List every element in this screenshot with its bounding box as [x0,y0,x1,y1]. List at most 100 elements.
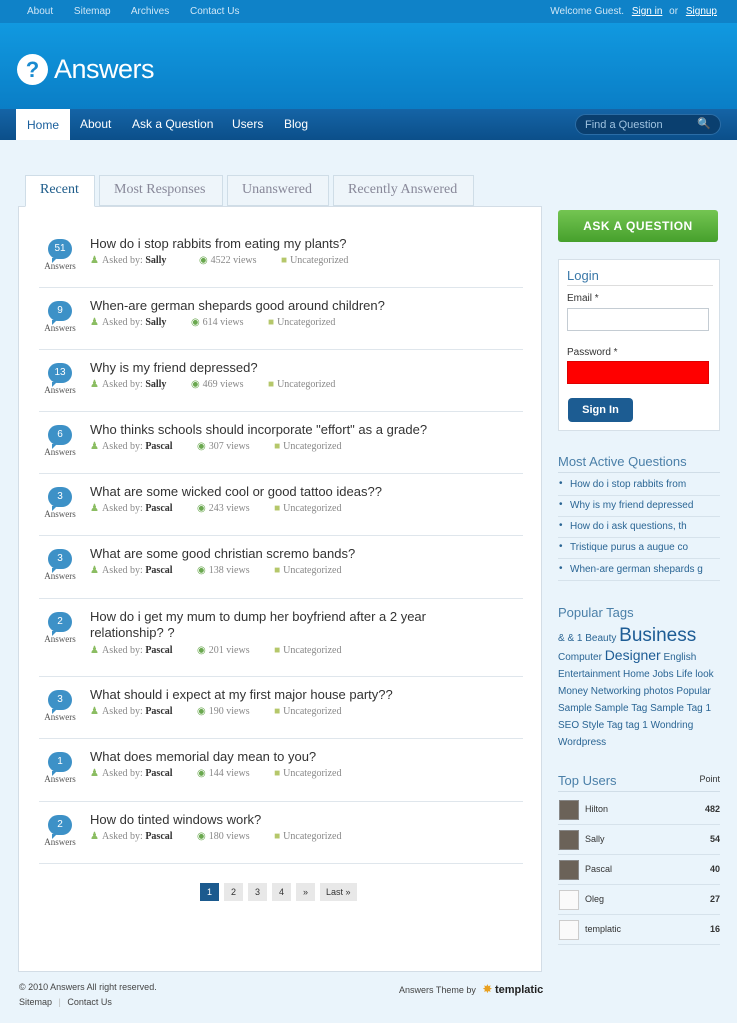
nav-about[interactable]: About [80,117,111,131]
signup-link[interactable]: Signup [686,6,717,17]
question-title[interactable]: How do tinted windows work? [90,812,490,828]
last-page[interactable]: Last » [320,883,357,901]
question-title[interactable]: Why is my friend depressed? [90,360,490,376]
login-box: Login Email * Password * Sign In [558,259,720,431]
user-row[interactable]: Sally 54 [558,825,720,855]
question-title[interactable]: Who thinks schools should incorporate "e… [90,422,490,438]
author-link[interactable]: Pascal [145,768,172,779]
tab-recently-answered[interactable]: Recently Answered [333,175,474,206]
asked-by-label: Asked by: [101,565,143,576]
login-title: Login [567,268,599,283]
views-count: 243 views [208,503,250,514]
question-title[interactable]: When-are german shepards good around chi… [90,298,490,314]
user-name[interactable]: Pascal [585,864,612,874]
templatic-logo-icon: ✸ [482,982,493,996]
footer-contact-link[interactable]: Contact Us [67,997,112,1007]
category-link[interactable]: Uncategorized [283,441,341,452]
tag-link[interactable]: English Entertainment Home Jobs Life loo… [558,652,714,748]
tag-link-business[interactable]: Business [619,625,696,646]
category-link[interactable]: Uncategorized [283,503,341,514]
footer-sitemap-link[interactable]: Sitemap [19,997,52,1007]
signin-button[interactable]: Sign In [568,398,633,422]
templatic-brand[interactable]: templatic [495,984,543,996]
category-link[interactable]: Uncategorized [283,565,341,576]
user-name[interactable]: Oleg [585,894,604,904]
most-active-item[interactable]: Tristique purus a augue co [558,538,720,559]
signin-link[interactable]: Sign in [632,6,663,17]
question-title[interactable]: How do i get my mum to dump her boyfrien… [90,609,450,641]
question-item: 9 Answers When-are german shepards good … [39,288,523,350]
user-icon: ♟ [90,503,99,514]
category-link[interactable]: Uncategorized [277,379,335,390]
ask-question-button[interactable]: ASK A QUESTION [558,210,718,242]
folder-icon: ■ [268,317,275,328]
page-4[interactable]: 4 [272,883,291,901]
user-row[interactable]: Pascal 40 [558,855,720,885]
tab-unanswered[interactable]: Unanswered [227,175,329,206]
author-link[interactable]: Pascal [145,441,172,452]
nav-blog[interactable]: Blog [284,117,308,131]
author-link[interactable]: Sally [145,255,166,266]
most-active-item[interactable]: Why is my friend depressed [558,496,720,517]
tag-link[interactable]: & & 1 Beauty [558,633,616,644]
author-link[interactable]: Pascal [145,565,172,576]
top-link-sitemap[interactable]: Sitemap [74,6,111,17]
category-link[interactable]: Uncategorized [283,645,341,656]
question-mark-icon: ? [17,54,48,85]
tab-recent[interactable]: Recent [25,175,95,207]
tab-most-responses[interactable]: Most Responses [99,175,223,206]
answer-count-badge: 3 [48,690,72,714]
author-link[interactable]: Pascal [145,706,172,717]
category-link[interactable]: Uncategorized [290,255,348,266]
user-row[interactable]: Hilton 482 [558,795,720,825]
most-active-item[interactable]: How do i ask questions, th [558,517,720,538]
user-row[interactable]: templatic 16 [558,915,720,945]
author-link[interactable]: Pascal [145,503,172,514]
asked-by-label: Asked by: [101,441,143,452]
page-2[interactable]: 2 [224,883,243,901]
answers-label: Answers [44,385,76,395]
logo[interactable]: ? Answers [17,54,155,85]
user-name[interactable]: Sally [585,834,605,844]
nav-users[interactable]: Users [232,117,263,131]
tag-link[interactable]: Computer [558,652,602,663]
most-active-item[interactable]: When-are german shepards g [558,560,720,581]
author-link[interactable]: Pascal [145,645,172,656]
password-field[interactable] [567,361,709,384]
question-title[interactable]: What are some good christian scremo band… [90,546,490,562]
answer-count-badge: 3 [48,549,72,573]
question-item: 13 Answers Why is my friend depressed? ♟… [39,350,523,412]
top-link-contact[interactable]: Contact Us [190,6,239,17]
email-field[interactable] [567,308,709,331]
question-item: 3 Answers What are some good christian s… [39,536,523,599]
question-item: 3 Answers What should i expect at my fir… [39,677,523,739]
nav-ask-question[interactable]: Ask a Question [132,117,213,131]
user-row[interactable]: Oleg 27 [558,885,720,915]
category-link[interactable]: Uncategorized [283,706,341,717]
most-active-item[interactable]: How do i stop rabbits from [558,475,720,496]
question-title[interactable]: What does memorial day mean to you? [90,749,490,765]
user-name[interactable]: Hilton [585,804,608,814]
top-link-archives[interactable]: Archives [131,6,169,17]
search-input[interactable]: Find a Question 🔍 [575,114,721,135]
folder-icon: ■ [274,503,281,514]
question-title[interactable]: What should i expect at my first major h… [90,687,490,703]
author-link[interactable]: Sally [145,317,166,328]
category-link[interactable]: Uncategorized [283,768,341,779]
question-title[interactable]: What are some wicked cool or good tattoo… [90,484,490,500]
question-meta: ♟ Asked by: Pascal ◉ 138 views ■ Uncategori… [90,565,341,576]
next-page[interactable]: » [296,883,315,901]
category-link[interactable]: Uncategorized [283,831,341,842]
page-3[interactable]: 3 [248,883,267,901]
author-link[interactable]: Sally [145,379,166,390]
nav-home[interactable]: Home [16,109,71,140]
top-link-about[interactable]: About [27,6,53,17]
page-1[interactable]: 1 [200,883,219,901]
search-icon[interactable]: 🔍 [697,117,711,130]
user-name[interactable]: templatic [585,924,621,934]
login-divider [567,285,713,286]
author-link[interactable]: Pascal [145,831,172,842]
tag-link-designer[interactable]: Designer [605,647,661,663]
question-title[interactable]: How do i stop rabbits from eating my pla… [90,236,490,252]
category-link[interactable]: Uncategorized [277,317,335,328]
